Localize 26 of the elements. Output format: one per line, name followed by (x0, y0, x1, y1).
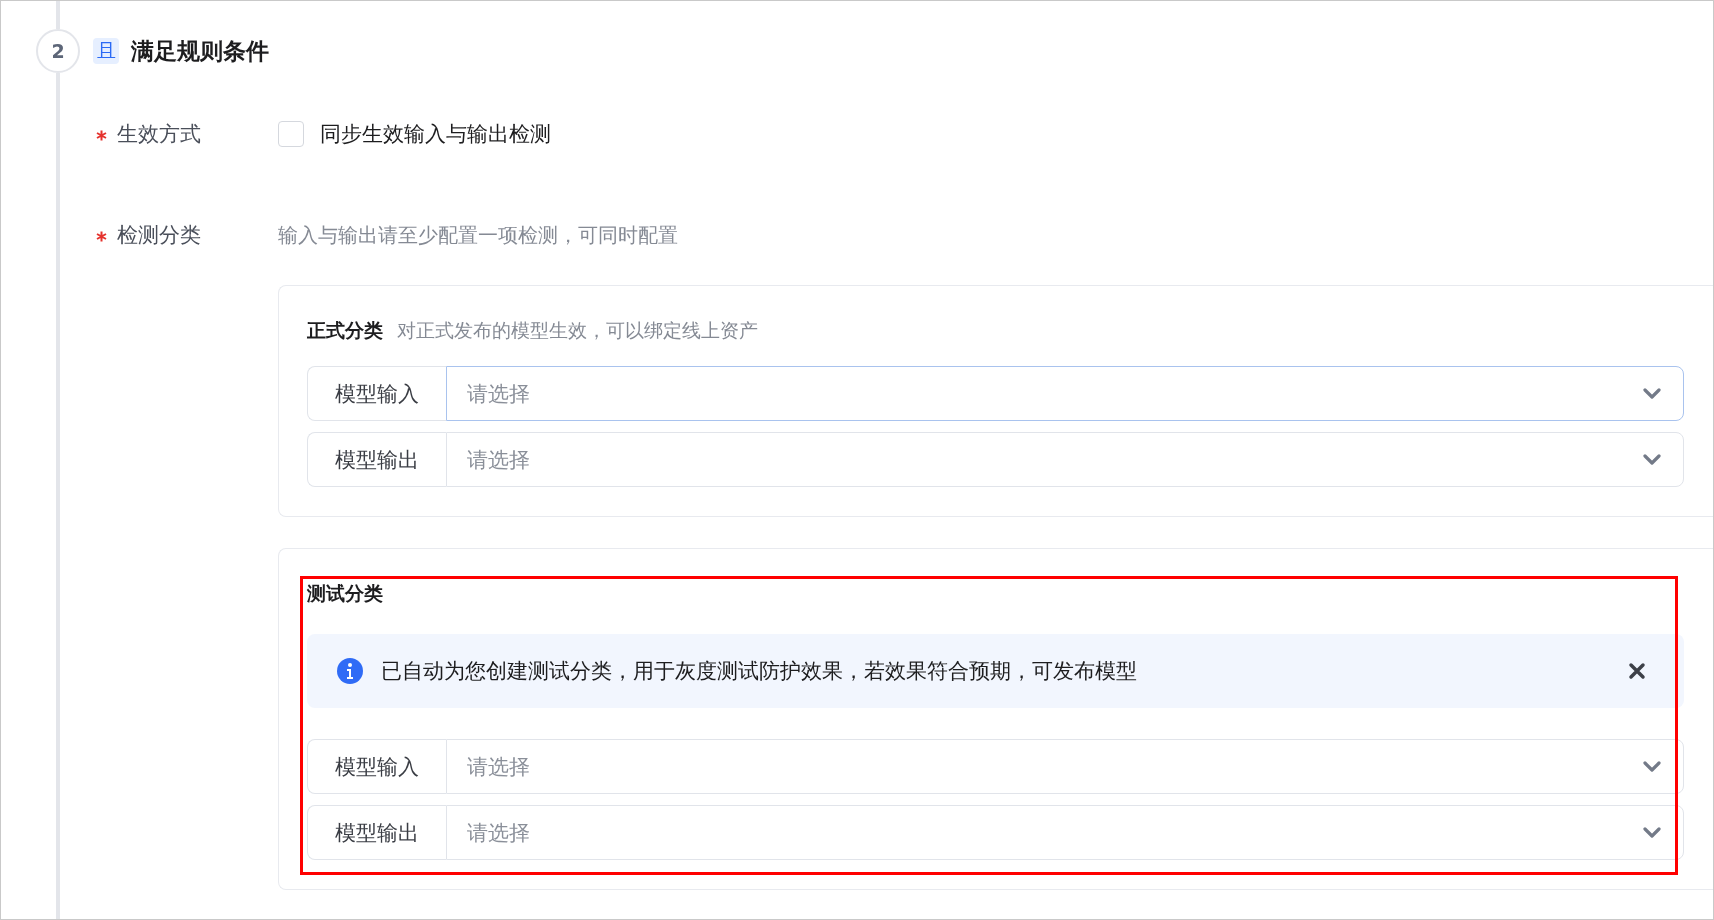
select-label: 模型输入 (307, 739, 446, 794)
chevron-down-icon (1643, 454, 1661, 465)
select-field[interactable]: 请选择 (446, 366, 1684, 421)
card-title: 测试分类 (307, 581, 383, 606)
select-label: 模型输出 (307, 432, 446, 487)
select-label: 模型输入 (307, 366, 446, 421)
chevron-down-icon (1643, 388, 1661, 399)
card-description: 对正式发布的模型生效，可以绑定线上资产 (397, 318, 758, 343)
field-label: 检测分类 (117, 222, 201, 249)
close-button[interactable] (1628, 662, 1646, 680)
select-field[interactable]: 请选择 (446, 432, 1684, 487)
alert-message: 已自动为您创建测试分类，用于灰度测试防护效果，若效果符合预期，可发布模型 (381, 658, 1138, 685)
chevron-down-icon (1643, 761, 1661, 772)
checkbox-label: 同步生效输入与输出检测 (320, 121, 551, 148)
field-label: 生效方式 (117, 121, 201, 148)
select-label: 模型输出 (307, 805, 446, 860)
select-field[interactable]: 请选择 (446, 805, 1684, 860)
card-title: 正式分类 (307, 318, 383, 343)
logic-badge: 且 (93, 38, 119, 64)
step-number: 2 (36, 29, 80, 73)
checkbox[interactable] (278, 121, 304, 147)
select-field[interactable]: 请选择 (446, 739, 1684, 794)
info-icon (336, 657, 364, 685)
field-hint: 输入与输出请至少配置一项检测，可同时配置 (278, 221, 678, 249)
section-title: 满足规则条件 (131, 36, 269, 66)
chevron-down-icon (1643, 827, 1661, 838)
